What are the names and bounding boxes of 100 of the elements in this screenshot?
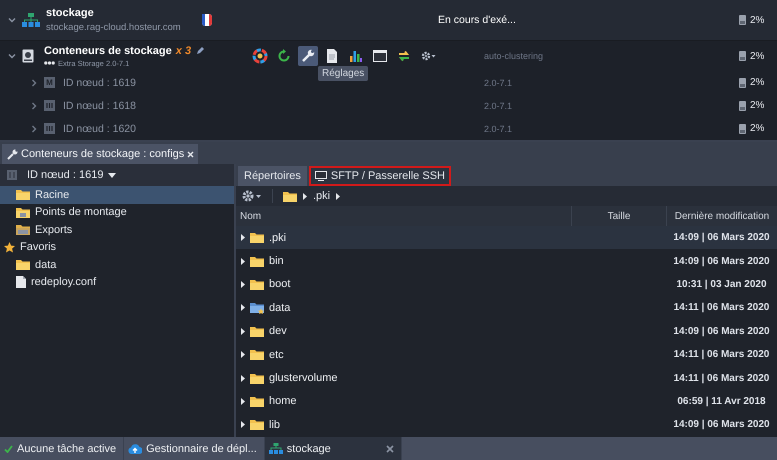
- node-label[interactable]: ID nœud : 1620: [63, 122, 136, 134]
- table-row[interactable]: glustervolume 14:11 | 06 Mars 2020: [236, 366, 777, 390]
- file-name: bin: [269, 255, 284, 268]
- file-icon: [16, 276, 26, 288]
- folder-icon: [250, 372, 264, 384]
- sidebar-item[interactable]: Points de montage: [0, 204, 234, 221]
- file-name: home: [269, 395, 297, 408]
- modified-date: 10:31 | 03 Jan 2020: [676, 278, 767, 290]
- node-icon: [44, 123, 55, 134]
- export-folder-icon: [16, 224, 30, 236]
- wrench-icon: [7, 148, 18, 160]
- table-row[interactable]: bin 14:09 | 06 Mars 2020: [236, 249, 777, 273]
- table-row[interactable]: dev 14:09 | 06 Mars 2020: [236, 320, 777, 343]
- table-row[interactable]: etc 14:11 | 06 Mars 2020: [236, 342, 777, 366]
- file-name: boot: [269, 278, 290, 290]
- chevron-right-icon[interactable]: [30, 102, 38, 110]
- node-badge: M: [44, 77, 55, 88]
- folder-icon: [250, 326, 264, 337]
- chevron-right-icon[interactable]: [30, 78, 38, 86]
- table-row[interactable]: home 06:59 | 11 Avr 2018: [236, 390, 777, 414]
- node-icon: [7, 170, 17, 180]
- sidebar-item[interactable]: redeploy.conf: [0, 274, 234, 291]
- expand-icon[interactable]: [241, 280, 245, 288]
- folder-icon: [16, 189, 30, 200]
- favorite-folder-icon: [250, 302, 264, 314]
- node-label[interactable]: ID nœud : 1619: [63, 76, 136, 88]
- expand-icon[interactable]: [241, 258, 245, 265]
- expand-icon[interactable]: [241, 234, 245, 242]
- expand-icon[interactable]: [241, 328, 245, 335]
- panel-tab[interactable]: Conteneurs de stockage : configs: [2, 144, 198, 164]
- network-icon: [22, 13, 40, 27]
- node-label[interactable]: ID nœud : 1618: [63, 100, 136, 112]
- expand-icon[interactable]: [241, 421, 245, 428]
- file-name: glustervolume: [269, 372, 338, 384]
- folder-icon: [16, 259, 30, 270]
- disk-usage: 2%: [750, 14, 764, 26]
- table-row[interactable]: boot 10:31 | 03 Jan 2020: [236, 272, 777, 296]
- sidebar-item[interactable]: Exports: [0, 221, 234, 238]
- colors-icon: [252, 48, 268, 64]
- expand-icon[interactable]: [241, 304, 245, 312]
- restart-icon: [276, 48, 292, 64]
- table-row[interactable]: .pki 14:09 | 06 Mars 2020: [236, 226, 777, 250]
- folder-icon: [250, 349, 264, 360]
- environment-name: stockage: [46, 7, 95, 19]
- modified-date: 14:09 | 06 Mars 2020: [673, 256, 770, 267]
- file-name: dev: [269, 325, 287, 338]
- expand-icon[interactable]: [241, 351, 245, 358]
- settings-menu-icon[interactable]: [242, 190, 262, 202]
- taskbar-item[interactable]: Gestionnaire de dépl...: [124, 437, 265, 460]
- chevron-down-icon[interactable]: [8, 52, 16, 60]
- check-icon: [4, 444, 13, 452]
- disk-usage: 2%: [750, 50, 764, 62]
- modified-date: 06:59 | 11 Avr 2018: [677, 396, 766, 407]
- folder-icon: [250, 396, 264, 407]
- file-name: lib: [269, 418, 280, 431]
- log-icon: [324, 48, 340, 64]
- node-count: x 3: [176, 44, 192, 56]
- tab[interactable]: Répertoires: [238, 166, 307, 186]
- flag-icon: [202, 14, 212, 26]
- toolbar-button[interactable]: [298, 46, 318, 66]
- expand-icon[interactable]: [241, 374, 245, 382]
- modified-date: 14:09 | 06 Mars 2020: [673, 232, 770, 244]
- breadcrumb-arrow-icon: [336, 192, 340, 200]
- taskbar-item[interactable]: Aucune tâche active: [0, 437, 124, 460]
- favorites-heading: Favoris: [20, 241, 56, 254]
- close-icon[interactable]: [386, 444, 394, 452]
- cloud-upload-icon: [128, 443, 142, 454]
- pencil-icon[interactable]: [196, 46, 204, 54]
- node-version: 2.0-7.1: [483, 78, 514, 88]
- expand-icon[interactable]: [241, 398, 245, 405]
- folder-icon: [250, 256, 264, 267]
- table-row[interactable]: data 14:11 | 06 Mars 2020: [236, 296, 777, 320]
- column-header[interactable]: Dernière modification: [666, 206, 777, 226]
- star-icon: [4, 242, 15, 253]
- settings-icon: [300, 48, 316, 64]
- tooltip: Réglages: [318, 66, 368, 81]
- toolbar-button[interactable]: [250, 46, 270, 66]
- modified-date: 14:11 | 06 Mars 2020: [674, 372, 770, 384]
- environment-domain: stockage.rag-cloud.hosteur.com: [46, 22, 182, 33]
- statistics-icon: [348, 48, 364, 64]
- group-name: Conteneurs de stockage: [44, 44, 172, 56]
- breadcrumb-arrow-icon: [303, 192, 307, 200]
- disk-usage: 2%: [750, 123, 764, 134]
- file-name: etc: [269, 348, 284, 361]
- chevron-down-icon[interactable]: [8, 16, 16, 24]
- modified-date: 14:11 | 06 Mars 2020: [674, 302, 770, 314]
- column-header[interactable]: Nom: [236, 206, 571, 226]
- sidebar-item[interactable]: Racine: [0, 186, 234, 204]
- taskbar-item[interactable]: stockage: [264, 437, 402, 460]
- breadcrumb-item[interactable]: .pki: [313, 190, 330, 202]
- table-row[interactable]: lib 14:09 | 06 Mars 2020: [236, 413, 777, 437]
- sidebar-item[interactable]: data: [0, 256, 234, 274]
- chevron-right-icon[interactable]: [30, 124, 38, 132]
- swap-arrows-icon: [396, 48, 412, 64]
- terminal-icon: [372, 48, 388, 64]
- modified-date: 14:09 | 06 Mars 2020: [673, 419, 770, 430]
- node-icon: [44, 100, 55, 111]
- column-header[interactable]: Taille: [571, 206, 666, 226]
- file-name: .pki: [269, 232, 286, 244]
- tab[interactable]: SFTP / Passerelle SSH: [308, 166, 451, 186]
